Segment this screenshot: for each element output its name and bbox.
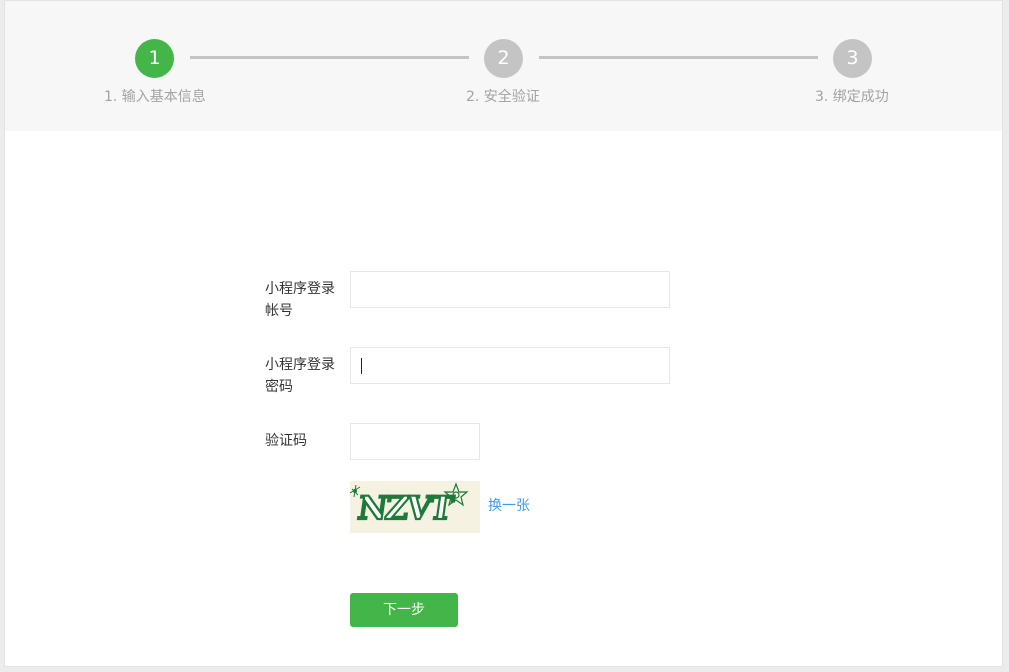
step-2-circle: 2 [484, 39, 523, 78]
captcha-graphic: NZVT [350, 482, 469, 528]
captcha-input[interactable] [350, 423, 480, 460]
step-1-circle: 1 [135, 39, 174, 78]
step-connector-2 [539, 56, 818, 59]
step-3-label: 3. 绑定成功 [815, 89, 889, 105]
progress-steps: 1 2 3 1. 输入基本信息 2. 安全验证 3. 绑定成功 [5, 1, 1002, 131]
text-caret [361, 358, 362, 374]
account-label: 小程序登录帐号 [265, 281, 335, 319]
captcha-noise-dot [353, 489, 357, 493]
step-connector-1 [190, 56, 469, 59]
step-1-label: 1. 输入基本信息 [104, 89, 206, 105]
account-input[interactable] [350, 271, 670, 308]
captcha-label: 验证码 [265, 433, 307, 449]
next-step-button[interactable]: 下一步 [350, 593, 458, 627]
step-2-label: 2. 安全验证 [466, 89, 540, 105]
step-3-circle: 3 [833, 39, 872, 78]
bind-form-panel: 1 2 3 1. 输入基本信息 2. 安全验证 3. 绑定成功 小程序登录帐号 … [4, 0, 1003, 667]
refresh-captcha-link[interactable]: 换一张 [488, 495, 530, 515]
captcha-image[interactable]: NZVT [350, 481, 480, 533]
password-label: 小程序登录密码 [265, 357, 335, 395]
captcha-text: NZVT [356, 489, 457, 527]
password-input[interactable] [350, 347, 670, 384]
